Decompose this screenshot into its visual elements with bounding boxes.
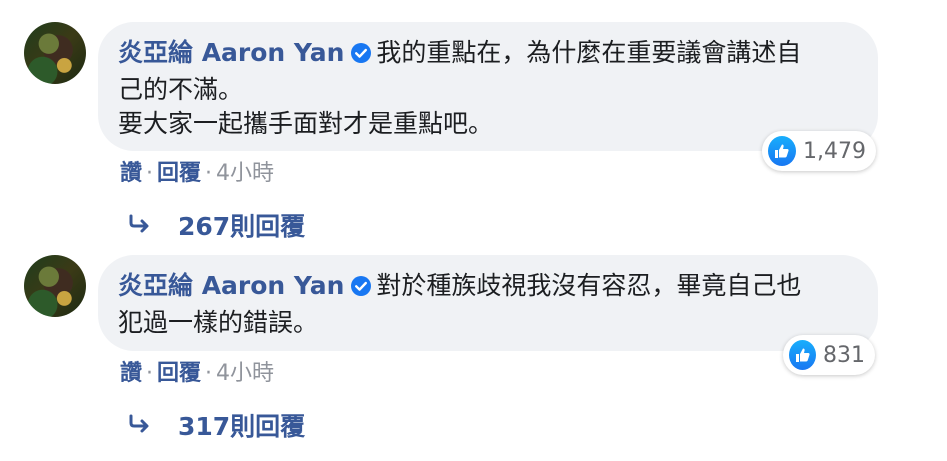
like-button[interactable]: 讚: [120, 161, 142, 186]
like-count: 831: [823, 342, 865, 368]
reply-button[interactable]: 回覆: [157, 161, 201, 186]
like-button[interactable]: 讚: [120, 361, 142, 386]
comment-bubble: 炎亞綸 Aaron Yan 我的重點在，為什麼在重要議會講述自 己的不滿。 要大家…: [98, 22, 878, 151]
comment-actions: 讚 · 回覆 · 4小時: [120, 355, 274, 387]
reply-arrow-icon: [129, 214, 149, 233]
replies-count: 267則回覆: [178, 212, 306, 241]
author-name[interactable]: 炎亞綸 Aaron Yan: [118, 271, 344, 300]
separator-dot: ·: [205, 361, 213, 386]
like-count: 1,479: [803, 138, 866, 164]
reaction-count-badge[interactable]: 831: [783, 335, 875, 375]
separator-dot: ·: [205, 161, 213, 186]
reply-arrow-icon: [129, 414, 149, 433]
separator-dot: ·: [146, 361, 154, 386]
comment-bubble: 炎亞綸 Aaron Yan 對於種族歧視我沒有容忍，畢竟自己也 犯過一樣的錯誤。: [98, 255, 878, 351]
comment-text-line-2: 己的不滿。: [118, 75, 244, 104]
avatar[interactable]: [24, 22, 86, 84]
avatar[interactable]: [24, 255, 86, 317]
comment-text-line-1: 我的重點在，為什麼在重要議會講述自: [376, 38, 802, 67]
view-replies-link[interactable]: 267則回覆: [128, 207, 305, 243]
comment-text-line-3: 要大家一起攜手面對才是重點吧。: [118, 109, 494, 138]
comment-actions: 讚 · 回覆 · 4小時: [120, 155, 274, 187]
reply-button[interactable]: 回覆: [157, 361, 201, 386]
view-replies-link[interactable]: 317則回覆: [128, 407, 305, 443]
thumbs-up-icon: [768, 136, 797, 166]
separator-dot: ·: [146, 161, 154, 186]
author-name[interactable]: 炎亞綸 Aaron Yan: [118, 38, 344, 67]
comment-timestamp[interactable]: 4小時: [216, 361, 274, 386]
reaction-count-badge[interactable]: 1,479: [762, 131, 876, 171]
comment-text-line-2: 犯過一樣的錯誤。: [118, 308, 319, 337]
comment-text: 炎亞綸 Aaron Yan 我的重點在，為什麼在重要議會講述自 己的不滿。 要大家…: [118, 36, 858, 141]
comment-text: 炎亞綸 Aaron Yan 對於種族歧視我沒有容忍，畢竟自己也 犯過一樣的錯誤。: [118, 269, 858, 340]
verified-check-icon: [350, 272, 372, 306]
comment-timestamp[interactable]: 4小時: [216, 161, 274, 186]
comment-text-line-1: 對於種族歧視我沒有容忍，畢竟自己也: [376, 271, 802, 300]
verified-check-icon: [350, 39, 372, 73]
replies-count: 317則回覆: [178, 412, 306, 441]
thumbs-up-icon: [789, 340, 816, 370]
